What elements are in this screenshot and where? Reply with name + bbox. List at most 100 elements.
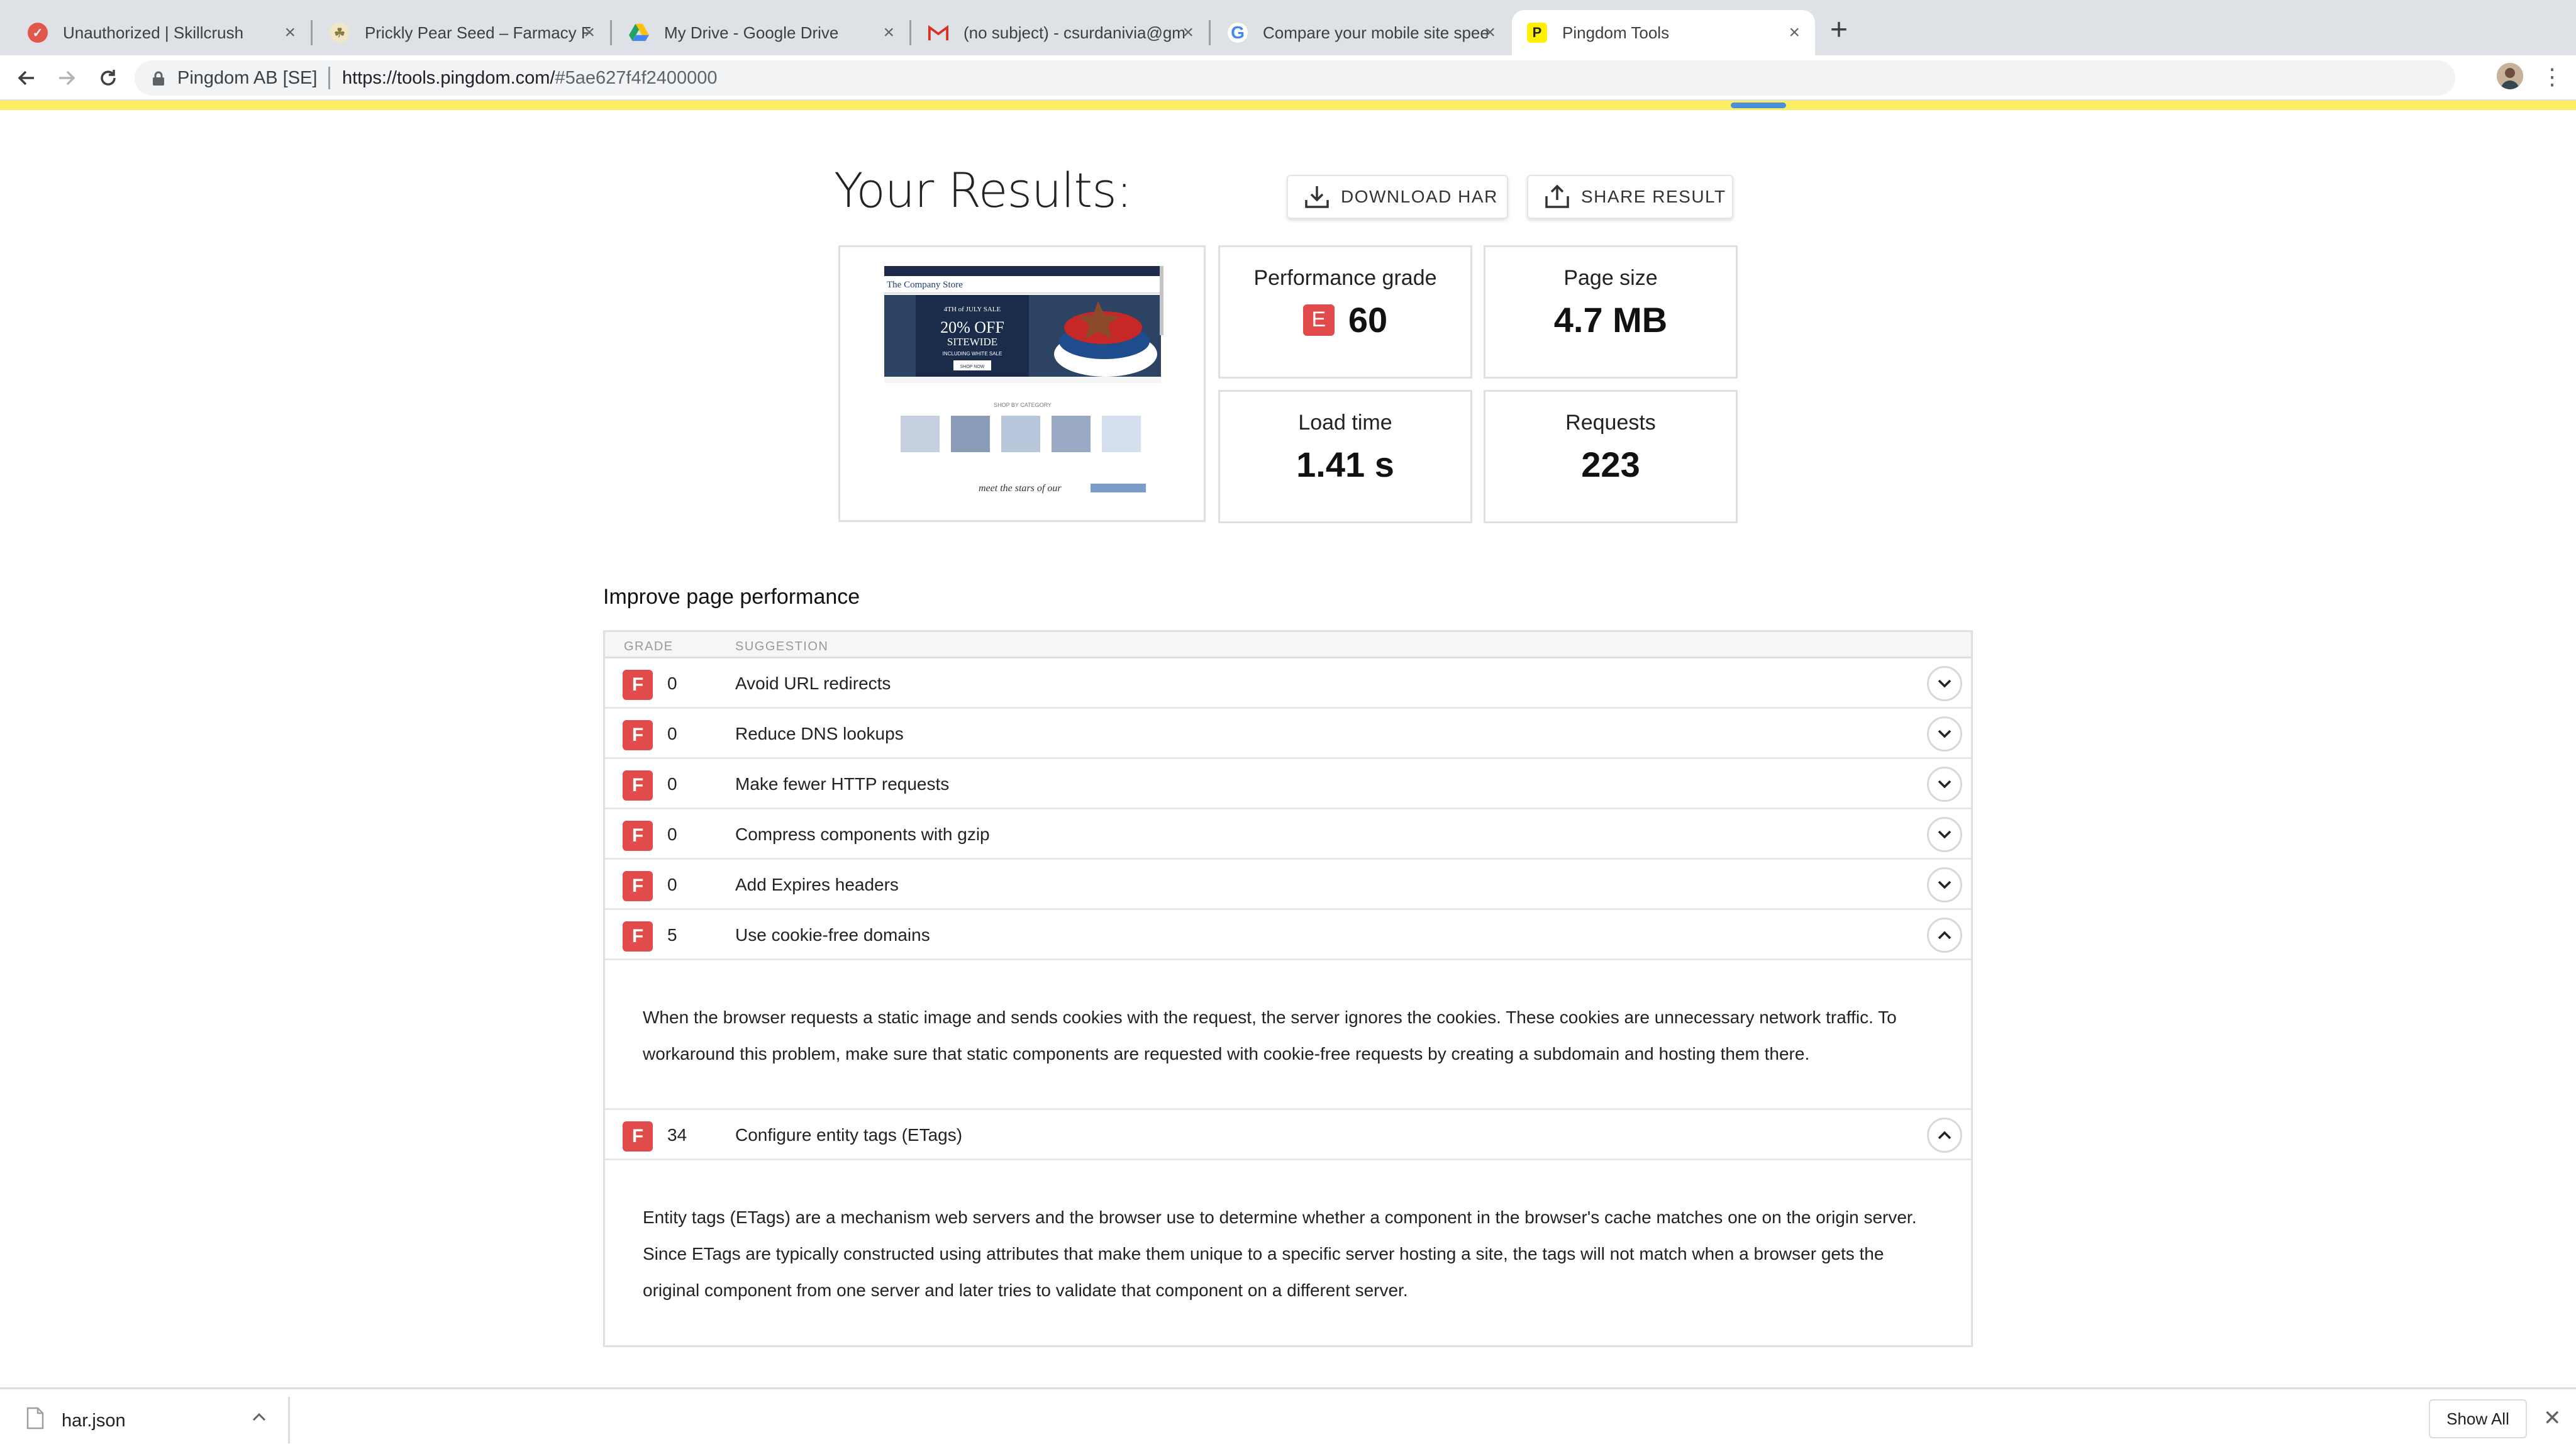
tab-skillcrush[interactable]: ✓ Unauthorized | Skillcrush × [13, 10, 311, 55]
performance-grade-value: 60 [1348, 300, 1388, 340]
pingdom-banner-strip [0, 101, 2576, 110]
suggestion-text: Compress components with gzip [735, 824, 990, 844]
chevron-down-icon[interactable] [1927, 716, 1962, 752]
suggestions-table: GRADE SUGGESTION F 0 Avoid URL redirects… [603, 630, 1973, 1347]
download-har-button[interactable]: DOWNLOAD HAR [1287, 175, 1508, 219]
tab-separator [610, 20, 612, 45]
table-row[interactable]: F 34 Configure entity tags (ETags) [605, 1110, 1971, 1160]
share-result-button[interactable]: SHARE RESULT [1527, 175, 1733, 219]
url-hash: #5ae627f4f2400000 [555, 68, 718, 88]
suggestion-text: Make fewer HTTP requests [735, 774, 950, 794]
back-icon[interactable] [11, 63, 42, 93]
tab-title: Compare your mobile site spee [1263, 23, 1489, 42]
tab-gmail[interactable]: (no subject) - csurdanivia@gm × [913, 10, 1209, 55]
grade-badge: E [1302, 304, 1335, 336]
score: 0 [667, 875, 677, 894]
preview-banner-sub: SITEWIDE [947, 336, 997, 348]
grade-badge: F [623, 770, 653, 801]
close-icon[interactable]: × [1484, 23, 1496, 43]
close-icon[interactable]: × [584, 23, 595, 43]
table-row[interactable]: F 5 Use cookie-free domains [605, 910, 1971, 960]
preview-banner-note: INCLUDING WHITE SALE [943, 351, 1002, 357]
section-title: Improve page performance [603, 585, 860, 609]
google-drive-icon [629, 23, 649, 43]
requests-label: Requests [1565, 411, 1656, 435]
score: 0 [667, 674, 677, 693]
new-tab-button[interactable]: + [1830, 15, 1848, 45]
profile-avatar[interactable] [2497, 63, 2523, 89]
chevron-up-icon[interactable] [252, 1412, 267, 1425]
share-result-label: SHARE RESULT [1581, 187, 1726, 206]
chevron-down-icon[interactable] [1927, 867, 1962, 902]
browser-toolbar: Pingdom AB [SE] https://tools.pingdom.co… [0, 55, 2576, 101]
url-text[interactable]: https://tools.pingdom.com/#5ae627f4f2400… [342, 68, 718, 89]
chevron-up-icon[interactable] [1927, 918, 1962, 953]
suggestion-text: Reduce DNS lookups [735, 724, 904, 743]
page-title: Your Results: [834, 162, 1132, 218]
tab-google-drive[interactable]: My Drive - Google Drive × [614, 10, 909, 55]
requests-card: Requests 223 [1484, 390, 1738, 523]
preview-category-heading: SHOP BY CATEGORY [994, 402, 1052, 408]
table-row[interactable]: F 0 Compress components with gzip [605, 809, 1971, 860]
site-screenshot: The Company Store 4TH of JULY SALE 20% O… [838, 245, 1206, 522]
lock-icon[interactable] [152, 71, 165, 89]
chevron-down-icon[interactable] [1927, 767, 1962, 802]
scroll-handle[interactable] [1731, 103, 1786, 108]
show-all-button[interactable]: Show All [2429, 1399, 2527, 1438]
menu-icon[interactable]: ⋮ [2541, 63, 2563, 91]
performance-grade-label: Performance grade [1253, 266, 1437, 290]
close-icon[interactable]: × [284, 23, 296, 43]
grade-badge: F [623, 1121, 653, 1152]
tab-title: My Drive - Google Drive [664, 23, 839, 42]
grade-badge: F [623, 670, 653, 700]
address-bar[interactable]: Pingdom AB [SE] https://tools.pingdom.co… [135, 60, 2455, 96]
column-header-grade: GRADE [624, 640, 674, 653]
preview-logo: The Company Store [887, 280, 963, 290]
close-icon[interactable]: × [1182, 23, 1194, 43]
table-row[interactable]: F 0 Avoid URL redirects [605, 658, 1971, 709]
table-row[interactable]: F 0 Reduce DNS lookups [605, 709, 1971, 759]
reload-icon[interactable] [93, 63, 123, 93]
suggestion-text: Avoid URL redirects [735, 674, 891, 693]
chevron-down-icon[interactable] [1927, 666, 1962, 701]
page-size-card: Page size 4.7 MB [1484, 245, 1738, 379]
preview-tagline: meet the stars of our [979, 483, 1062, 494]
farmacy-icon: ☘ [330, 23, 350, 43]
score: 0 [667, 824, 677, 844]
suggestion-text: Add Expires headers [735, 875, 899, 894]
grade-badge: F [623, 821, 653, 851]
table-header: GRADE SUGGESTION [605, 632, 1971, 658]
tab-pingdom[interactable]: P Pingdom Tools × [1512, 10, 1815, 55]
divider [288, 1397, 290, 1443]
site-identity[interactable]: Pingdom AB [SE] [177, 68, 317, 89]
url-domain: https://tools.pingdom.com/ [342, 68, 555, 88]
pingdom-icon: P [1527, 23, 1547, 43]
download-file-name[interactable]: har.json [62, 1411, 126, 1431]
close-icon[interactable]: × [1789, 23, 1800, 43]
tab-title: Pingdom Tools [1562, 23, 1670, 42]
divider [328, 67, 330, 89]
tab-separator [909, 20, 911, 45]
table-row[interactable]: F 0 Add Expires headers [605, 860, 1971, 910]
page-size-value: 4.7 MB [1553, 300, 1668, 340]
forward-icon[interactable] [52, 63, 82, 93]
suggestion-detail: Entity tags (ETags) are a mechanism web … [643, 1208, 1917, 1300]
load-time-value: 1.41 s [1296, 445, 1394, 484]
close-icon[interactable]: × [883, 23, 894, 43]
chevron-up-icon[interactable] [1927, 1118, 1962, 1153]
gmail-icon [928, 23, 948, 43]
preview-banner-small: 4TH of JULY SALE [944, 306, 1001, 313]
performance-grade-value-row: E 60 [1220, 299, 1470, 340]
chevron-down-icon[interactable] [1927, 817, 1962, 852]
tab-separator [1209, 20, 1211, 45]
skillcrush-icon: ✓ [28, 23, 48, 43]
tab-farmacy[interactable]: ☘ Prickly Pear Seed – Farmacy Fa × [314, 10, 610, 55]
tab-title: Unauthorized | Skillcrush [63, 23, 244, 42]
share-icon [1545, 185, 1569, 208]
download-shelf: har.json Show All ✕ [0, 1387, 2576, 1449]
file-icon[interactable] [26, 1407, 44, 1433]
grade-badge: F [623, 720, 653, 750]
close-icon[interactable]: ✕ [2543, 1406, 2562, 1431]
table-row[interactable]: F 0 Make fewer HTTP requests [605, 759, 1971, 809]
tab-google[interactable]: G Compare your mobile site spee × [1213, 10, 1511, 55]
